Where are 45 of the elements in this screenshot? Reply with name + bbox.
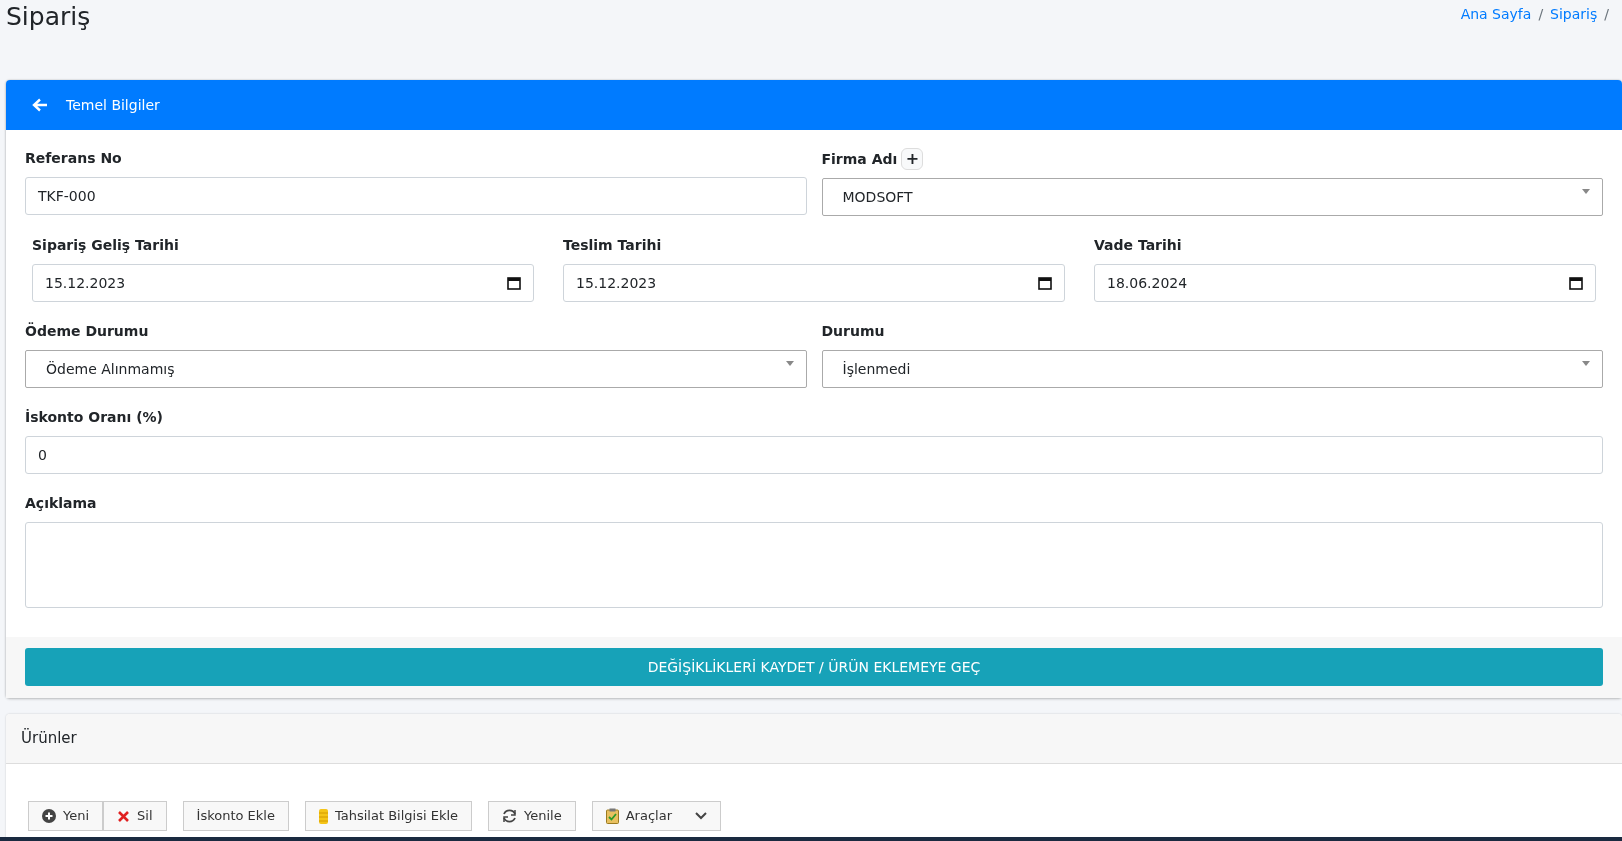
field-label: Firma Adı <box>821 149 898 169</box>
toolbar-button[interactable]: Tahsilat Bilgisi Ekle <box>304 801 473 831</box>
field-label: Vade Tarihi <box>1094 236 1182 255</box>
date-field[interactable]: 15.12.2023 <box>563 264 1065 302</box>
toolbar-button[interactable]: Yenile <box>488 801 576 831</box>
breadcrumb-link[interactable]: Ana Sayfa <box>1460 6 1532 22</box>
date-field[interactable]: 15.12.2023 <box>32 264 534 302</box>
breadcrumb-link[interactable]: Sipariş <box>1550 6 1598 22</box>
toolbar-button[interactable]: Araçlar <box>591 801 721 831</box>
field-label: Durumu <box>821 322 885 341</box>
calendar-icon[interactable] <box>1038 276 1052 290</box>
add-button[interactable]: + <box>901 148 924 170</box>
field-label: Ödeme Durumu <box>25 321 149 341</box>
refresh-icon <box>502 809 518 823</box>
page-title: Sipariş <box>5 1 92 33</box>
cross-icon <box>117 809 131 823</box>
field-label: İskonto Oranı (%) <box>25 408 163 427</box>
input-field[interactable]: TKF-000 <box>25 177 807 215</box>
field-label: Açıklama <box>25 494 97 513</box>
card-title: Ürünler <box>21 727 77 750</box>
dropdown-caret-icon <box>1582 188 1590 194</box>
clipboard-check-icon <box>605 808 619 824</box>
breadcrumb-separator: / <box>1538 6 1544 22</box>
card-title: Temel Bilgiler <box>66 95 160 115</box>
field-label: Teslim Tarihi <box>563 236 662 255</box>
toolbar-button[interactable]: İskonto Ekle <box>182 801 289 831</box>
back-arrow-icon[interactable] <box>32 98 48 112</box>
breadcrumb-separator: / <box>1604 6 1609 22</box>
select-field[interactable]: İşlenmedi <box>821 350 1603 388</box>
field-label: Sipariş Geliş Tarihi <box>32 236 179 255</box>
dropdown-caret-icon <box>785 360 794 366</box>
input-field[interactable]: 0 <box>25 436 1603 474</box>
plus-circle-icon <box>42 809 56 823</box>
select-field[interactable]: MODSOFT <box>821 178 1603 216</box>
chevron-down-icon <box>695 812 707 820</box>
toolbar-button[interactable]: Yeni <box>28 801 104 831</box>
coin-stack-icon <box>318 808 328 824</box>
field-label: Referans No <box>25 149 122 168</box>
date-field[interactable]: 18.06.2024 <box>1094 264 1596 302</box>
calendar-icon[interactable] <box>1569 276 1583 290</box>
toolbar-button[interactable]: Sil <box>103 801 167 831</box>
textarea-field[interactable] <box>25 522 1603 608</box>
calendar-icon[interactable] <box>507 276 521 290</box>
select-field[interactable]: Ödeme Alınmamış <box>25 350 807 388</box>
dropdown-caret-icon <box>1582 360 1590 366</box>
